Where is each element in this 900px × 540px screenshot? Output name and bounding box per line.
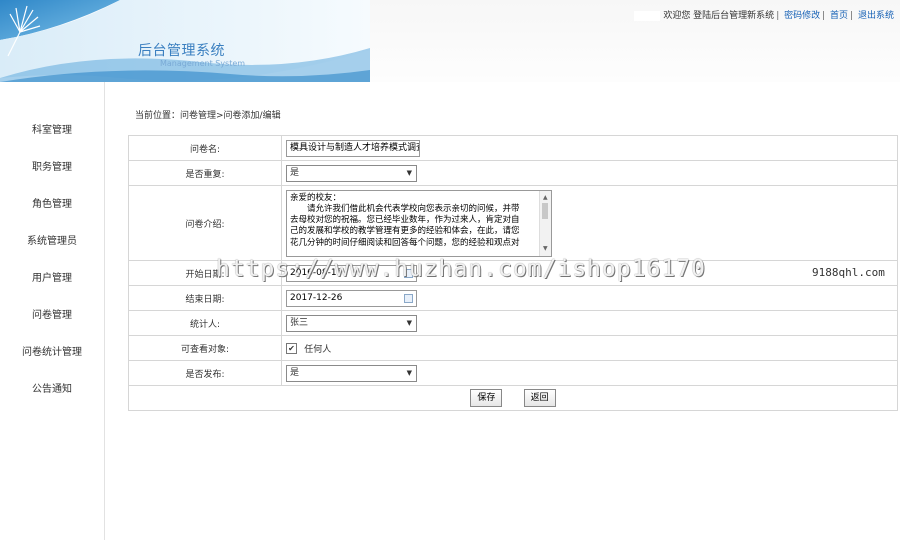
repeat-label: 是否重复:: [128, 160, 282, 186]
intro-label: 问卷介绍:: [128, 185, 282, 261]
form-row-visible: 可查看对象: ✔ 任何人: [128, 335, 898, 361]
end-date-label: 结束日期:: [128, 285, 282, 311]
anyone-checkbox[interactable]: ✔: [286, 342, 297, 354]
chevron-down-icon: ▼: [406, 318, 412, 327]
breadcrumb: 当前位置：问卷管理>问卷添加/编辑: [135, 111, 281, 121]
sidebar-item-users[interactable]: 用户管理: [0, 269, 104, 284]
scroll-down-icon[interactable]: ▼: [543, 243, 548, 254]
form-row-name: 问卷名: 模具设计与制造人才培养模式调查: [128, 135, 898, 161]
sidebar: 科室管理 职务管理 角色管理 系统管理员 用户管理 问卷管理 问卷统计管理 公告…: [0, 82, 105, 540]
scroll-up-icon[interactable]: ▲: [543, 192, 548, 203]
home-link[interactable]: 首页: [830, 11, 848, 21]
sidebar-item-admin[interactable]: 系统管理员: [0, 232, 104, 247]
stat-person-value: 张三: [290, 317, 309, 328]
welcome-text: 欢迎您 登陆后台管理新系统: [663, 11, 775, 21]
name-label: 问卷名:: [128, 135, 282, 161]
form-row-intro: 问卷介绍: 亲爱的校友： 请允许我们借此机会代表学校向您表示亲切的问候，并带 去…: [128, 185, 898, 261]
intro-textarea[interactable]: 亲爱的校友： 请允许我们借此机会代表学校向您表示亲切的问候，并带 去母校对您的祝…: [286, 189, 552, 257]
header: 后台管理系统 Management System 欢迎您 登陆后台管理新系统 | …: [0, 0, 900, 82]
form-row-buttons: 保存 返回: [128, 385, 898, 411]
intro-line: 己的发展和学校的教学管理有更多的经验和体会，在此，请您: [290, 226, 520, 237]
textarea-scrollbar[interactable]: ▲ ▼: [539, 190, 551, 256]
anyone-checkbox-label: 任何人: [304, 344, 332, 355]
publish-select[interactable]: 是 ▼: [286, 364, 417, 382]
system-title: 后台管理系统: [138, 43, 225, 59]
repeat-select-value: 是: [290, 167, 300, 178]
end-date-value: 2017-12-26: [290, 292, 343, 303]
system-subtitle: Management System: [160, 59, 246, 68]
intro-line: 去母校对您的祝福。您已经毕业数年，作为过来人，肯定对自: [290, 215, 520, 226]
questionnaire-name-input[interactable]: 模具设计与制造人才培养模式调查: [286, 139, 420, 157]
sidebar-item-questionnaire-stats[interactable]: 问卷统计管理: [0, 343, 104, 358]
chevron-down-icon: ▼: [406, 368, 412, 377]
stat-person-select[interactable]: 张三 ▼: [286, 314, 417, 332]
form-row-end: 结束日期: 2017-12-26: [128, 285, 898, 311]
sidebar-item-notice[interactable]: 公告通知: [0, 380, 104, 395]
change-password-link[interactable]: 密码修改: [784, 11, 820, 21]
save-button[interactable]: 保存: [470, 389, 503, 407]
form-row-stat: 统计人: 张三 ▼: [128, 310, 898, 336]
chevron-down-icon: ▼: [406, 168, 412, 177]
sidebar-item-role[interactable]: 角色管理: [0, 195, 104, 210]
publish-select-value: 是: [290, 367, 300, 378]
stat-person-label: 统计人:: [128, 310, 282, 336]
scroll-thumb[interactable]: [542, 202, 548, 219]
end-date-input[interactable]: 2017-12-26: [286, 289, 417, 307]
sidebar-item-position[interactable]: 职务管理: [0, 158, 104, 173]
username-placeholder: [634, 10, 661, 21]
visible-label: 可查看对象:: [128, 335, 282, 361]
intro-line: 请允许我们借此机会代表学校向您表示亲切的问候，并带: [290, 203, 520, 214]
repeat-select[interactable]: 是 ▼: [286, 164, 417, 182]
publish-label: 是否发布:: [128, 360, 282, 386]
logout-link[interactable]: 退出系统: [858, 11, 894, 21]
back-button[interactable]: 返回: [523, 389, 556, 407]
sidebar-item-questionnaire[interactable]: 问卷管理: [0, 306, 104, 321]
form-row-publish: 是否发布: 是 ▼: [128, 360, 898, 386]
intro-line: 亲爱的校友：: [290, 192, 342, 203]
watermark-site: 9188qhl.com: [812, 266, 885, 279]
top-bar: 欢迎您 登陆后台管理新系统 | 密码修改 | 首页 | 退出系统: [634, 8, 894, 21]
intro-line: 花几分钟的时间仔细阅读和回答每个问题，您的经验和观点对: [290, 237, 520, 248]
sidebar-item-department[interactable]: 科室管理: [0, 121, 104, 136]
form-row-repeat: 是否重复: 是 ▼: [128, 160, 898, 186]
calendar-icon[interactable]: [404, 293, 413, 303]
watermark-url: https://www.huzhan.com/ishop16170: [216, 256, 706, 282]
